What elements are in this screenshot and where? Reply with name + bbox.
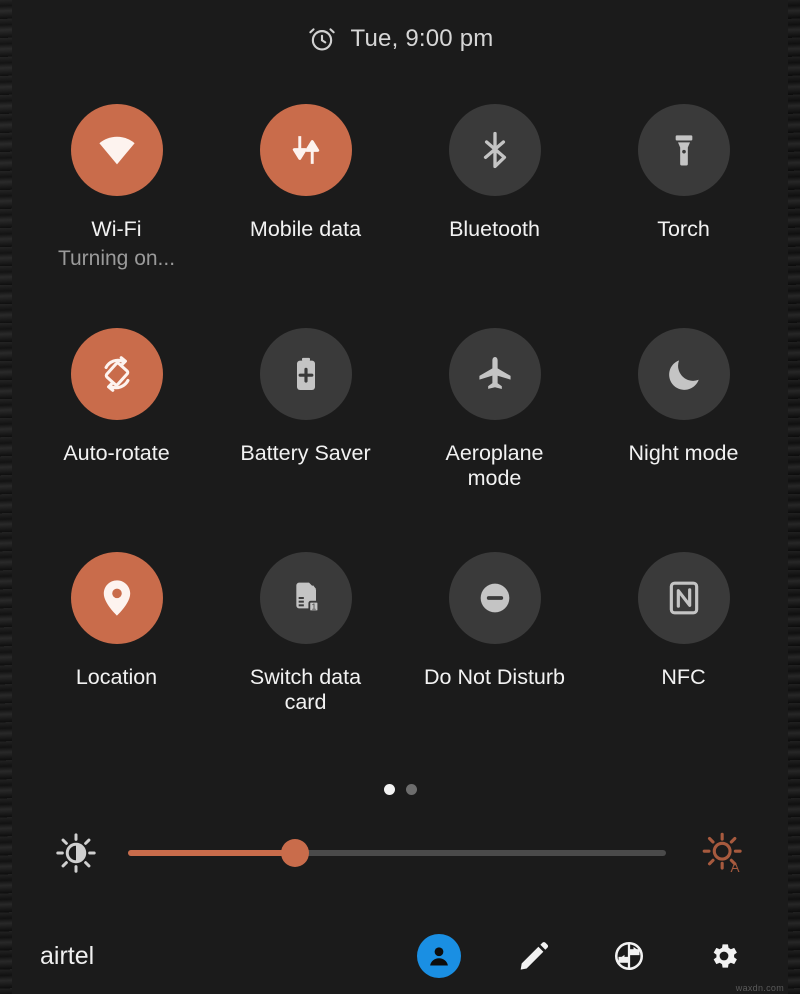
tile-wifi-sublabel: Turning on...: [57, 246, 176, 270]
tile-grid: Wi-Fi Turning on... Mobile data Bluetoot…: [12, 78, 788, 760]
brightness-contrast-icon[interactable]: [30, 832, 122, 874]
tile-night-mode-circle: [637, 328, 730, 420]
power-button[interactable]: [605, 932, 653, 980]
user-button[interactable]: [415, 932, 463, 980]
bluetooth-icon: [483, 131, 506, 169]
tile-bluetooth[interactable]: Bluetooth: [400, 88, 589, 312]
tile-nfc-label: NFC: [661, 665, 706, 689]
brightness-row: A: [12, 810, 788, 896]
page-dot-2[interactable]: [405, 783, 417, 795]
tile-switch-data-card[interactable]: 1 Switch data card: [211, 536, 400, 760]
tile-aeroplane-mode[interactable]: Aeroplane mode: [400, 312, 589, 536]
brightness-slider-thumb[interactable]: [280, 839, 309, 867]
settings-button[interactable]: [700, 932, 748, 980]
tile-bluetooth-label: Bluetooth: [449, 217, 540, 241]
flashlight-icon: [675, 135, 692, 166]
tile-switch-data-card-label: Switch data card: [249, 665, 362, 714]
tile-aeroplane-mode-label: Aeroplane mode: [445, 441, 544, 490]
tile-aeroplane-mode-circle: [448, 328, 541, 420]
carrier-label: airtel: [40, 941, 95, 970]
tile-auto-rotate-circle: [70, 328, 163, 420]
gear-settings-icon: [713, 944, 737, 968]
tile-nfc[interactable]: NFC: [589, 536, 778, 760]
user-avatar-icon: [417, 934, 461, 978]
tile-do-not-disturb[interactable]: Do Not Disturb: [400, 536, 589, 760]
do-not-disturb-icon: [480, 583, 509, 613]
tile-battery-saver[interactable]: Battery Saver: [211, 312, 400, 536]
airplane-icon: [478, 357, 511, 390]
auto-rotate-icon: [104, 356, 129, 392]
tile-bluetooth-circle: [448, 104, 541, 196]
tile-wifi-circle: [70, 104, 163, 196]
brightness-slider-fill: [128, 850, 295, 856]
tile-torch-label: Torch: [657, 217, 710, 241]
tile-wifi-label: Wi-Fi: [91, 217, 142, 241]
page-indicator[interactable]: [12, 768, 788, 810]
tile-location-circle: [70, 552, 163, 644]
tile-torch-circle: [637, 104, 730, 196]
watermark-text: waxdn.com: [735, 983, 784, 993]
tile-location-label: Location: [75, 665, 158, 689]
header-time-text: Tue, 9:00 pm: [350, 25, 494, 52]
status-header: Tue, 9:00 pm: [12, 0, 788, 78]
edit-button[interactable]: [510, 932, 558, 980]
wifi-icon: [98, 136, 135, 165]
tile-wifi[interactable]: Wi-Fi Turning on...: [22, 88, 211, 312]
tile-mobile-data[interactable]: Mobile data: [211, 88, 400, 312]
footer-bar: airtel: [12, 918, 788, 994]
pencil-edit-icon: [520, 942, 549, 970]
location-pin-icon: [103, 580, 130, 616]
svg-text:1: 1: [311, 602, 316, 612]
tile-do-not-disturb-circle: [448, 552, 541, 644]
tile-do-not-disturb-label: Do Not Disturb: [424, 665, 565, 689]
tile-night-mode-label: Night mode: [628, 441, 739, 465]
alarm-clock-icon: [307, 24, 337, 54]
mobile-data-icon: [292, 136, 319, 164]
nfc-icon: [669, 581, 698, 615]
quick-settings-panel: Tue, 9:00 pm Wi-Fi Turning on... Mobile …: [12, 0, 788, 994]
tile-night-mode[interactable]: Night mode: [589, 312, 778, 536]
power-schedule-icon: [614, 941, 644, 971]
tile-torch[interactable]: Torch: [589, 88, 778, 312]
tile-nfc-circle: [637, 552, 730, 644]
sim-card-swap-icon: 1: [295, 582, 319, 613]
tile-switch-data-card-circle: 1: [259, 552, 352, 644]
tile-mobile-data-label: Mobile data: [249, 217, 362, 241]
battery-plus-icon: [296, 357, 315, 390]
tile-auto-rotate[interactable]: Auto-rotate: [22, 312, 211, 536]
footer-actions: [415, 932, 762, 980]
tile-battery-saver-label: Battery Saver: [240, 441, 371, 465]
svg-text:A: A: [730, 860, 740, 875]
moon-icon: [668, 360, 699, 390]
tile-mobile-data-circle: [259, 104, 352, 196]
brightness-slider[interactable]: [128, 838, 666, 868]
tile-battery-saver-circle: [259, 328, 352, 420]
tile-location[interactable]: Location: [22, 536, 211, 760]
page-dot-1[interactable]: [383, 783, 395, 795]
tile-auto-rotate-label: Auto-rotate: [63, 441, 170, 465]
auto-brightness-icon[interactable]: A: [678, 831, 770, 875]
